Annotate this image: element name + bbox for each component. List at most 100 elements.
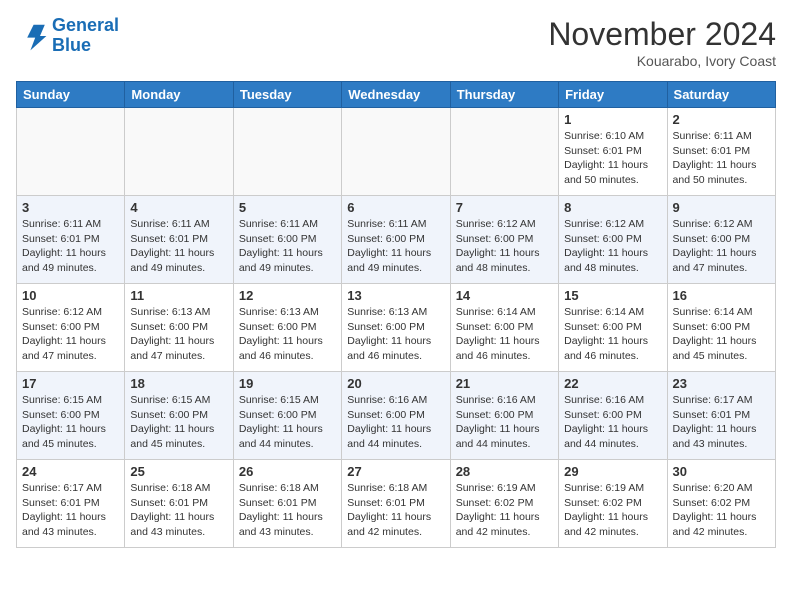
calendar-cell: 21 Sunrise: 6:16 AMSunset: 6:00 PMDayligh… bbox=[450, 372, 558, 460]
day-info: Sunrise: 6:15 AMSunset: 6:00 PMDaylight:… bbox=[130, 393, 227, 452]
day-info: Sunrise: 6:11 AMSunset: 6:01 PMDaylight:… bbox=[22, 217, 119, 276]
day-info: Sunrise: 6:20 AMSunset: 6:02 PMDaylight:… bbox=[673, 481, 770, 540]
month-title: November 2024 bbox=[548, 16, 776, 53]
day-number: 13 bbox=[347, 288, 444, 303]
day-info: Sunrise: 6:15 AMSunset: 6:00 PMDaylight:… bbox=[22, 393, 119, 452]
day-number: 2 bbox=[673, 112, 770, 127]
weekday-header-wednesday: Wednesday bbox=[342, 82, 450, 108]
day-info: Sunrise: 6:11 AMSunset: 6:00 PMDaylight:… bbox=[239, 217, 336, 276]
day-number: 18 bbox=[130, 376, 227, 391]
day-info: Sunrise: 6:14 AMSunset: 6:00 PMDaylight:… bbox=[673, 305, 770, 364]
day-number: 11 bbox=[130, 288, 227, 303]
calendar-cell: 27 Sunrise: 6:18 AMSunset: 6:01 PMDayligh… bbox=[342, 460, 450, 548]
day-info: Sunrise: 6:12 AMSunset: 6:00 PMDaylight:… bbox=[456, 217, 553, 276]
calendar-cell: 2 Sunrise: 6:11 AMSunset: 6:01 PMDaylight… bbox=[667, 108, 775, 196]
day-number: 25 bbox=[130, 464, 227, 479]
calendar-header-row: SundayMondayTuesdayWednesdayThursdayFrid… bbox=[17, 82, 776, 108]
day-number: 4 bbox=[130, 200, 227, 215]
calendar-cell bbox=[233, 108, 341, 196]
calendar-cell: 16 Sunrise: 6:14 AMSunset: 6:00 PMDayligh… bbox=[667, 284, 775, 372]
calendar-week-5: 24Sunrise: 6:17 AMSunset: 6:01 PMDayligh… bbox=[17, 460, 776, 548]
calendar-cell bbox=[342, 108, 450, 196]
day-number: 16 bbox=[673, 288, 770, 303]
day-info: Sunrise: 6:14 AMSunset: 6:00 PMDaylight:… bbox=[456, 305, 553, 364]
day-number: 6 bbox=[347, 200, 444, 215]
weekday-header-monday: Monday bbox=[125, 82, 233, 108]
calendar-cell: 15 Sunrise: 6:14 AMSunset: 6:00 PMDayligh… bbox=[559, 284, 667, 372]
day-info: Sunrise: 6:11 AMSunset: 6:01 PMDaylight:… bbox=[673, 129, 770, 188]
calendar-cell: 22Sunrise: 6:16 AMSunset: 6:00 PMDayligh… bbox=[559, 372, 667, 460]
calendar-cell: 20Sunrise: 6:16 AMSunset: 6:00 PMDayligh… bbox=[342, 372, 450, 460]
calendar-cell: 26 Sunrise: 6:18 AMSunset: 6:01 PMDayligh… bbox=[233, 460, 341, 548]
calendar-cell: 17 Sunrise: 6:15 AMSunset: 6:00 PMDayligh… bbox=[17, 372, 125, 460]
day-info: Sunrise: 6:13 AMSunset: 6:00 PMDaylight:… bbox=[347, 305, 444, 364]
calendar-cell bbox=[125, 108, 233, 196]
day-info: Sunrise: 6:14 AMSunset: 6:00 PMDaylight:… bbox=[564, 305, 661, 364]
calendar-cell: 1 Sunrise: 6:10 AMSunset: 6:01 PMDaylight… bbox=[559, 108, 667, 196]
calendar-cell: 14 Sunrise: 6:14 AMSunset: 6:00 PMDayligh… bbox=[450, 284, 558, 372]
calendar-cell: 28 Sunrise: 6:19 AMSunset: 6:02 PMDayligh… bbox=[450, 460, 558, 548]
calendar-week-2: 3 Sunrise: 6:11 AMSunset: 6:01 PMDaylight… bbox=[17, 196, 776, 284]
day-info: Sunrise: 6:15 AMSunset: 6:00 PMDaylight:… bbox=[239, 393, 336, 452]
calendar-cell: 6 Sunrise: 6:11 AMSunset: 6:00 PMDaylight… bbox=[342, 196, 450, 284]
day-number: 20 bbox=[347, 376, 444, 391]
day-number: 9 bbox=[673, 200, 770, 215]
day-number: 17 bbox=[22, 376, 119, 391]
title-block: November 2024 Kouarabo, Ivory Coast bbox=[548, 16, 776, 69]
page-header: GeneralBlue November 2024 Kouarabo, Ivor… bbox=[16, 16, 776, 69]
logo: GeneralBlue bbox=[16, 16, 119, 56]
day-number: 30 bbox=[673, 464, 770, 479]
calendar-table: SundayMondayTuesdayWednesdayThursdayFrid… bbox=[16, 81, 776, 548]
day-info: Sunrise: 6:12 AMSunset: 6:00 PMDaylight:… bbox=[22, 305, 119, 364]
day-number: 23 bbox=[673, 376, 770, 391]
day-info: Sunrise: 6:10 AMSunset: 6:01 PMDaylight:… bbox=[564, 129, 661, 188]
day-info: Sunrise: 6:19 AMSunset: 6:02 PMDaylight:… bbox=[456, 481, 553, 540]
day-info: Sunrise: 6:13 AMSunset: 6:00 PMDaylight:… bbox=[239, 305, 336, 364]
day-info: Sunrise: 6:17 AMSunset: 6:01 PMDaylight:… bbox=[22, 481, 119, 540]
calendar-cell: 9 Sunrise: 6:12 AMSunset: 6:00 PMDaylight… bbox=[667, 196, 775, 284]
calendar-cell: 8 Sunrise: 6:12 AMSunset: 6:00 PMDaylight… bbox=[559, 196, 667, 284]
logo-icon bbox=[16, 20, 48, 52]
day-number: 10 bbox=[22, 288, 119, 303]
calendar-cell: 3 Sunrise: 6:11 AMSunset: 6:01 PMDaylight… bbox=[17, 196, 125, 284]
day-number: 8 bbox=[564, 200, 661, 215]
day-info: Sunrise: 6:11 AMSunset: 6:00 PMDaylight:… bbox=[347, 217, 444, 276]
day-number: 15 bbox=[564, 288, 661, 303]
calendar-cell: 23Sunrise: 6:17 AMSunset: 6:01 PMDayligh… bbox=[667, 372, 775, 460]
calendar-body: 1 Sunrise: 6:10 AMSunset: 6:01 PMDaylight… bbox=[17, 108, 776, 548]
day-info: Sunrise: 6:16 AMSunset: 6:00 PMDaylight:… bbox=[456, 393, 553, 452]
day-info: Sunrise: 6:19 AMSunset: 6:02 PMDaylight:… bbox=[564, 481, 661, 540]
day-number: 26 bbox=[239, 464, 336, 479]
day-number: 19 bbox=[239, 376, 336, 391]
weekday-header-tuesday: Tuesday bbox=[233, 82, 341, 108]
day-number: 27 bbox=[347, 464, 444, 479]
calendar-cell: 24Sunrise: 6:17 AMSunset: 6:01 PMDayligh… bbox=[17, 460, 125, 548]
day-number: 28 bbox=[456, 464, 553, 479]
day-info: Sunrise: 6:18 AMSunset: 6:01 PMDaylight:… bbox=[347, 481, 444, 540]
calendar-cell: 29 Sunrise: 6:19 AMSunset: 6:02 PMDayligh… bbox=[559, 460, 667, 548]
day-number: 3 bbox=[22, 200, 119, 215]
calendar-cell bbox=[17, 108, 125, 196]
calendar-cell: 13 Sunrise: 6:13 AMSunset: 6:00 PMDayligh… bbox=[342, 284, 450, 372]
calendar-cell: 25 Sunrise: 6:18 AMSunset: 6:01 PMDayligh… bbox=[125, 460, 233, 548]
day-info: Sunrise: 6:12 AMSunset: 6:00 PMDaylight:… bbox=[564, 217, 661, 276]
day-number: 1 bbox=[564, 112, 661, 127]
calendar-cell: 10 Sunrise: 6:12 AMSunset: 6:00 PMDayligh… bbox=[17, 284, 125, 372]
day-info: Sunrise: 6:13 AMSunset: 6:00 PMDaylight:… bbox=[130, 305, 227, 364]
day-number: 5 bbox=[239, 200, 336, 215]
logo-text: GeneralBlue bbox=[52, 16, 119, 56]
calendar-cell: 5 Sunrise: 6:11 AMSunset: 6:00 PMDaylight… bbox=[233, 196, 341, 284]
day-number: 7 bbox=[456, 200, 553, 215]
calendar-cell: 30 Sunrise: 6:20 AMSunset: 6:02 PMDayligh… bbox=[667, 460, 775, 548]
day-info: Sunrise: 6:18 AMSunset: 6:01 PMDaylight:… bbox=[130, 481, 227, 540]
day-info: Sunrise: 6:12 AMSunset: 6:00 PMDaylight:… bbox=[673, 217, 770, 276]
day-number: 14 bbox=[456, 288, 553, 303]
weekday-header-friday: Friday bbox=[559, 82, 667, 108]
calendar-cell: 19 Sunrise: 6:15 AMSunset: 6:00 PMDayligh… bbox=[233, 372, 341, 460]
calendar-week-4: 17 Sunrise: 6:15 AMSunset: 6:00 PMDayligh… bbox=[17, 372, 776, 460]
day-info: Sunrise: 6:18 AMSunset: 6:01 PMDaylight:… bbox=[239, 481, 336, 540]
day-info: Sunrise: 6:16 AMSunset: 6:00 PMDaylight:… bbox=[564, 393, 661, 452]
day-number: 29 bbox=[564, 464, 661, 479]
calendar-cell: 4Sunrise: 6:11 AMSunset: 6:01 PMDaylight… bbox=[125, 196, 233, 284]
day-number: 21 bbox=[456, 376, 553, 391]
